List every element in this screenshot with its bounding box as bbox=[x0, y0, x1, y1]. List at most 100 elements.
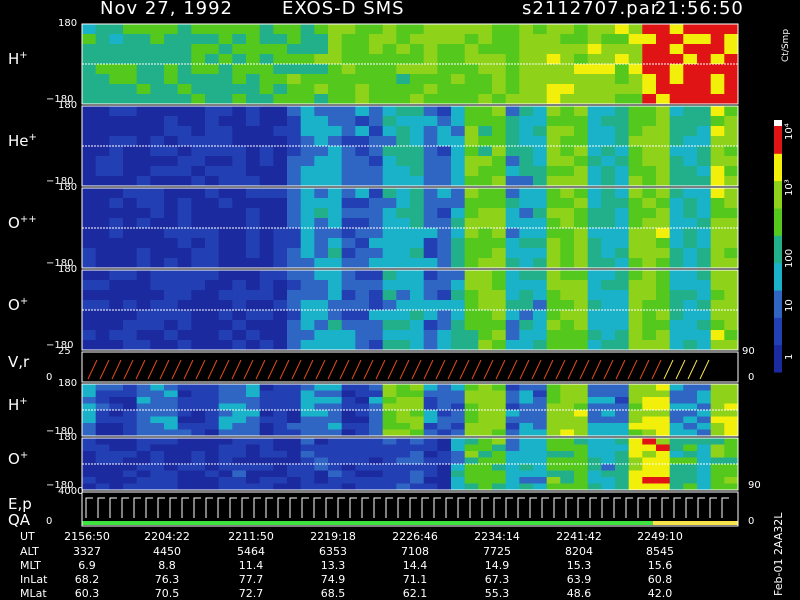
heatmap-cell bbox=[396, 470, 411, 478]
orbit-value: 11.4 bbox=[238, 559, 264, 572]
heatmap-cell bbox=[478, 330, 493, 341]
heatmap-cell bbox=[642, 136, 657, 147]
heatmap-cell bbox=[136, 410, 151, 417]
heatmap-cell bbox=[205, 208, 220, 219]
heatmap-cell bbox=[683, 218, 698, 229]
heatmap-cell bbox=[246, 451, 261, 458]
heatmap-cell bbox=[656, 397, 671, 404]
heatmap-cell bbox=[492, 444, 507, 452]
panel-frame bbox=[81, 351, 739, 383]
heatmap-cell bbox=[382, 444, 397, 452]
heatmap-cell bbox=[423, 438, 438, 445]
heatmap-cell bbox=[628, 116, 643, 127]
heatmap-cell bbox=[273, 290, 288, 301]
heatmap-cell bbox=[328, 238, 343, 249]
heatmap-cell bbox=[355, 94, 370, 105]
heatmap-cell bbox=[123, 64, 138, 75]
heatmap-cell bbox=[628, 384, 643, 391]
heatmap-cell bbox=[587, 470, 602, 478]
heatmap-cell bbox=[205, 188, 220, 199]
heatmap-cell bbox=[205, 166, 220, 177]
heatmap-cell bbox=[177, 320, 192, 331]
heatmap-cell bbox=[464, 477, 479, 484]
heatmap-cell bbox=[259, 477, 274, 484]
heatmap-cell bbox=[656, 188, 671, 199]
heatmap-cell bbox=[232, 280, 247, 291]
heatmap-cell bbox=[574, 248, 589, 259]
heatmap-cell bbox=[505, 248, 520, 259]
heatmap-cell bbox=[478, 156, 493, 167]
heatmap-cell bbox=[478, 290, 493, 301]
heatmap-cell bbox=[642, 198, 657, 209]
heatmap-cell bbox=[341, 403, 356, 411]
heatmap-cell bbox=[492, 238, 507, 249]
heatmap-cell bbox=[656, 340, 671, 351]
heatmap-cell bbox=[669, 166, 684, 177]
orbit-value: 67.3 bbox=[484, 573, 510, 586]
heatmap-cell bbox=[724, 390, 739, 398]
heatmap-cell bbox=[451, 208, 466, 219]
orbit-value: 14.4 bbox=[402, 559, 428, 572]
heatmap-cell bbox=[615, 483, 630, 491]
heatmap-cell bbox=[259, 464, 274, 471]
heatmap-cell bbox=[341, 146, 356, 157]
heatmap-cell bbox=[191, 390, 206, 398]
heatmap-cell bbox=[601, 116, 616, 127]
heatmap-cell bbox=[683, 320, 698, 331]
heatmap-cell bbox=[164, 24, 179, 35]
heatmap-cell bbox=[505, 94, 520, 105]
heatmap-cell bbox=[533, 136, 548, 147]
heatmap-cell bbox=[95, 290, 110, 301]
heatmap-cell bbox=[205, 106, 220, 117]
heatmap-cell bbox=[505, 270, 520, 281]
heatmap-cell bbox=[246, 218, 261, 229]
heatmap-cell bbox=[587, 136, 602, 147]
heatmap-cell bbox=[697, 320, 712, 331]
heatmap-cell bbox=[546, 410, 561, 417]
heatmap-cell bbox=[164, 451, 179, 458]
heatmap-cell bbox=[451, 258, 466, 269]
heatmap-cell bbox=[314, 126, 329, 137]
heatmap-cell bbox=[519, 116, 534, 127]
heatmap-cell bbox=[546, 438, 561, 445]
heatmap-cell bbox=[259, 390, 274, 398]
heatmap-cell bbox=[300, 330, 315, 341]
heatmap-cell bbox=[546, 156, 561, 167]
heatmap-cell bbox=[546, 126, 561, 137]
heatmap-cell bbox=[697, 270, 712, 281]
heatmap-cell bbox=[246, 390, 261, 398]
heatmap-cell bbox=[519, 24, 534, 35]
heatmap-cell bbox=[177, 238, 192, 249]
heatmap-cell bbox=[259, 228, 274, 239]
heatmap-cell bbox=[628, 444, 643, 452]
heatmap-cell bbox=[396, 290, 411, 301]
heatmap-cell bbox=[724, 156, 739, 167]
heatmap-cell bbox=[437, 64, 452, 75]
heatmap-cell bbox=[464, 208, 479, 219]
heatmap-cell bbox=[95, 84, 110, 95]
heatmap-cell bbox=[464, 74, 479, 85]
heatmap-cell bbox=[724, 146, 739, 157]
heatmap-cell bbox=[287, 188, 302, 199]
heatmap-cell bbox=[82, 106, 97, 117]
heatmap-cell bbox=[546, 384, 561, 391]
heatmap-cell bbox=[82, 403, 97, 411]
heatmap-cell bbox=[560, 423, 575, 430]
heatmap-cell bbox=[697, 470, 712, 478]
heatmap-cell bbox=[396, 390, 411, 398]
heatmap-cell bbox=[136, 438, 151, 445]
heatmap-cell bbox=[95, 340, 110, 351]
heatmap-cell bbox=[123, 248, 138, 259]
heatmap-cell bbox=[492, 280, 507, 291]
heatmap-cell bbox=[410, 477, 425, 484]
heatmap-cell bbox=[587, 423, 602, 430]
heatmap-cell bbox=[273, 218, 288, 229]
heatmap-cell bbox=[191, 416, 206, 424]
heatmap-cell bbox=[82, 84, 97, 95]
heatmap-cell bbox=[341, 156, 356, 167]
heatmap-cell bbox=[177, 483, 192, 491]
heatmap-cell bbox=[109, 423, 124, 430]
heatmap-cell bbox=[587, 34, 602, 45]
heatmap-cell bbox=[560, 330, 575, 341]
heatmap-cell bbox=[533, 423, 548, 430]
